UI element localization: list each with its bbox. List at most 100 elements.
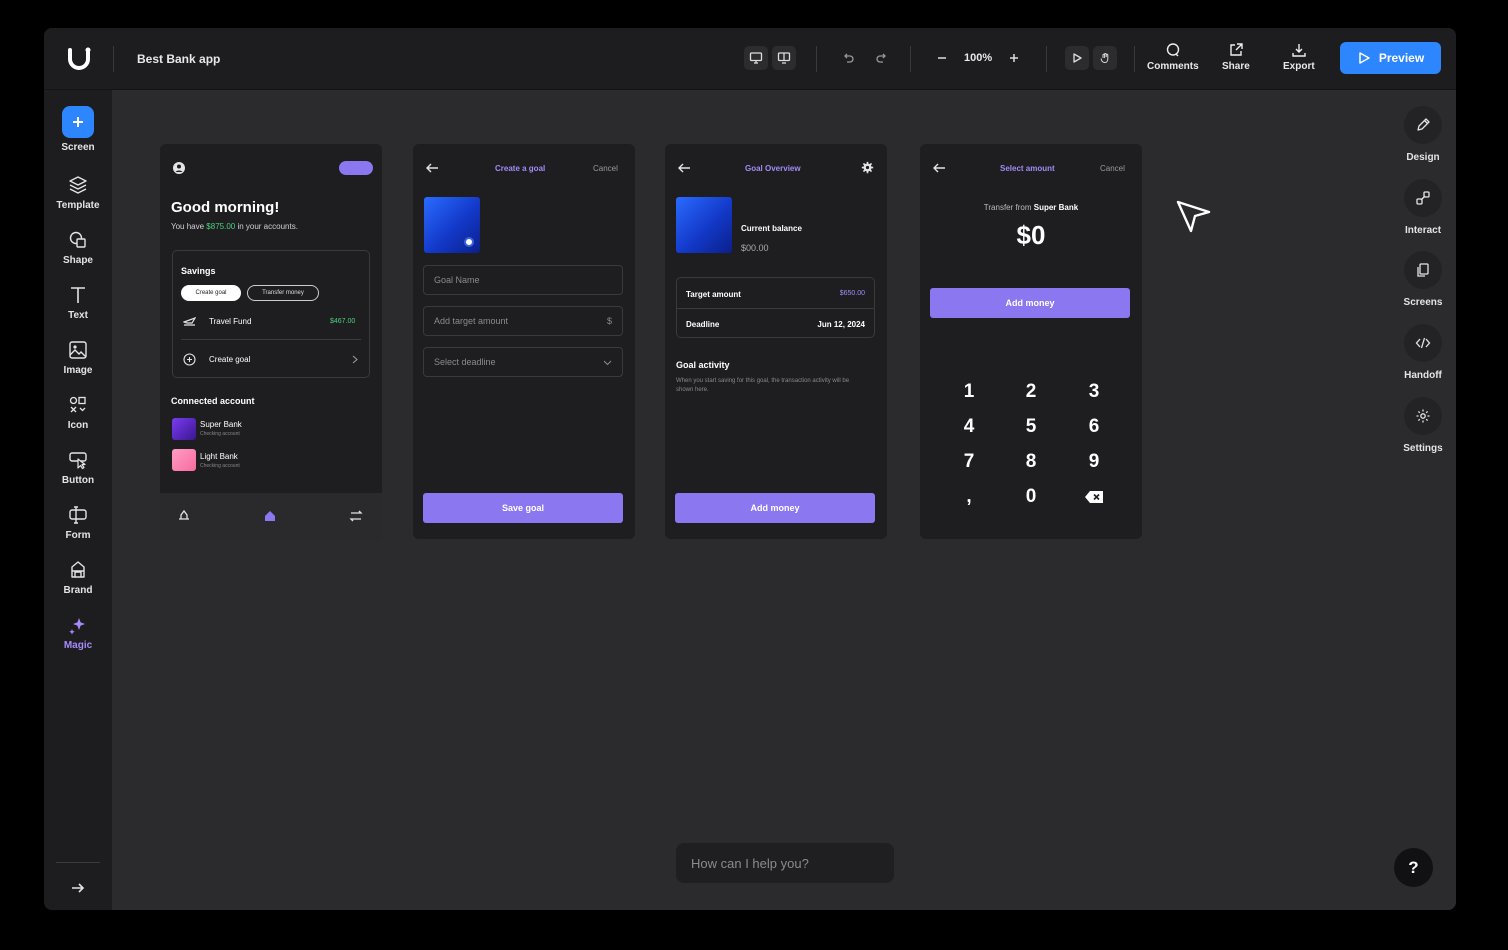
undo-icon (844, 53, 854, 63)
left-sidebar: Screen Template Shape Text Image Icon Bu… (44, 90, 112, 910)
redo-button[interactable] (870, 46, 894, 70)
assistant-input[interactable]: How can I help you? (676, 843, 894, 883)
export-label: Export (1283, 61, 1315, 72)
keypad-key-3[interactable]: 3 (1074, 377, 1114, 407)
project-title[interactable]: Best Bank app (137, 52, 220, 66)
panel-handoff[interactable]: Handoff (1390, 324, 1456, 381)
keypad-key-4[interactable]: 4 (949, 412, 989, 442)
panel-design[interactable]: Design (1390, 106, 1456, 163)
zoom-out-button[interactable] (930, 46, 954, 70)
zoom-in-button[interactable] (1002, 46, 1026, 70)
expand-sidebar-button[interactable] (68, 878, 88, 903)
savings-title: Savings (181, 266, 216, 276)
status-badge (339, 161, 373, 175)
zoom-level[interactable]: 100% (958, 52, 998, 64)
create-goal-link[interactable]: Create goal (209, 355, 250, 364)
account-name: Super Bank (200, 420, 242, 429)
sidebar-label: Text (68, 310, 88, 321)
cursor-arrow-icon (1176, 200, 1211, 233)
share-button[interactable]: Share (1222, 42, 1250, 72)
sidebar-item-template[interactable]: Template (44, 174, 112, 211)
export-button[interactable]: Export (1283, 42, 1315, 72)
toolbar-divider (910, 46, 911, 72)
keypad-key-7[interactable]: 7 (949, 447, 989, 477)
sidebar-item-icon[interactable]: Icon (44, 394, 112, 431)
sidebar-item-brand[interactable]: Brand (44, 559, 112, 596)
select-tool-button[interactable] (1065, 46, 1089, 70)
sidebar-label: Button (61, 475, 95, 486)
panel-label: Design (1406, 152, 1440, 163)
help-button[interactable]: ? (1394, 848, 1433, 887)
desktop-view-button[interactable] (744, 46, 768, 70)
app-logo-icon[interactable] (64, 44, 94, 74)
back-arrow-icon[interactable] (425, 162, 439, 174)
screen-home[interactable]: Good morning! You have $875.00 in your a… (160, 144, 382, 539)
balance-label: Current balance (741, 224, 802, 233)
panel-label: Interact (1404, 225, 1442, 236)
screen-title: Create a goal (495, 164, 546, 173)
keypad-key-5[interactable]: 5 (1011, 412, 1051, 442)
sidebar-item-form[interactable]: Form (44, 504, 112, 541)
sidebar-item-magic[interactable]: Magic (44, 614, 112, 651)
keypad-key-6[interactable]: 6 (1074, 412, 1114, 442)
home-icon[interactable] (263, 509, 277, 523)
keypad-key-2[interactable]: 2 (1011, 377, 1051, 407)
toolbar-divider (1046, 46, 1047, 72)
transfer-source: Transfer from Super Bank (983, 203, 1079, 212)
sidebar-item-screen[interactable]: Screen (44, 106, 112, 153)
panel-interact[interactable]: Interact (1390, 179, 1456, 236)
goal-name-field[interactable]: Goal Name (423, 265, 623, 295)
activity-description: When you start saving for this goal, the… (676, 378, 850, 393)
add-money-button[interactable]: Add money (930, 288, 1130, 318)
transfer-icon[interactable] (349, 509, 363, 523)
create-goal-chip[interactable]: Create goal (181, 285, 241, 301)
balance-value: $00.00 (741, 243, 769, 253)
panel-settings[interactable]: Settings (1390, 397, 1456, 454)
savings-nav-icon[interactable] (177, 509, 191, 523)
split-view-button[interactable] (772, 46, 796, 70)
keypad-backspace[interactable] (1074, 482, 1114, 512)
screen-create-goal[interactable]: Create a goal Cancel Goal Name Add targe… (413, 144, 635, 539)
panel-label: Settings (1403, 443, 1443, 454)
plus-icon (1010, 54, 1019, 62)
zoom-group: 100% (930, 43, 1026, 73)
back-arrow-icon[interactable] (677, 162, 691, 174)
goal-image (676, 197, 732, 253)
plus-circle-icon (183, 353, 196, 366)
toolbar-divider (1134, 46, 1135, 72)
cancel-link[interactable]: Cancel (593, 164, 618, 173)
sidebar-item-button[interactable]: Button (44, 449, 112, 486)
save-goal-button[interactable]: Save goal (423, 493, 623, 523)
deadline-select[interactable]: Select deadline (423, 347, 623, 377)
screen-select-amount[interactable]: Select amount Cancel Transfer from Super… (920, 144, 1142, 539)
keypad-key-8[interactable]: 8 (1011, 447, 1051, 477)
profile-icon[interactable] (172, 161, 186, 175)
screen-goal-overview[interactable]: Goal Overview Current balance $00.00 Tar… (665, 144, 887, 539)
add-money-button[interactable]: Add money (675, 493, 875, 523)
target-amount-field[interactable]: Add target amount $ (423, 306, 623, 336)
back-arrow-icon[interactable] (932, 162, 946, 174)
deadline-placeholder: Select deadline (434, 357, 496, 367)
sidebar-item-text[interactable]: Text (44, 284, 112, 321)
keypad-key-0[interactable]: 0 (1011, 482, 1051, 512)
panel-screens[interactable]: Screens (1390, 251, 1456, 308)
interact-icon (1404, 179, 1442, 217)
right-sidebar: Design Interact Screens Handoff Settings (1390, 90, 1456, 910)
transfer-money-chip[interactable]: Transfer money (247, 285, 319, 301)
comments-button[interactable]: Comments (1147, 42, 1199, 72)
bank-avatar (172, 418, 196, 440)
keypad-key-9[interactable]: 9 (1074, 447, 1114, 477)
redo-icon (876, 53, 886, 63)
goal-image-placeholder[interactable] (424, 197, 480, 253)
undo-button[interactable] (836, 46, 860, 70)
sidebar-item-image[interactable]: Image (44, 339, 112, 376)
keypad-key-1[interactable]: 1 (949, 377, 989, 407)
cancel-link[interactable]: Cancel (1100, 164, 1125, 173)
keypad-key-comma[interactable]: , (949, 482, 989, 512)
history-group (836, 43, 894, 73)
sidebar-item-shape[interactable]: Shape (44, 229, 112, 266)
comment-icon (1166, 43, 1180, 57)
hand-tool-button[interactable] (1093, 46, 1117, 70)
preview-button[interactable]: Preview (1340, 42, 1441, 74)
gear-icon[interactable] (861, 161, 874, 174)
